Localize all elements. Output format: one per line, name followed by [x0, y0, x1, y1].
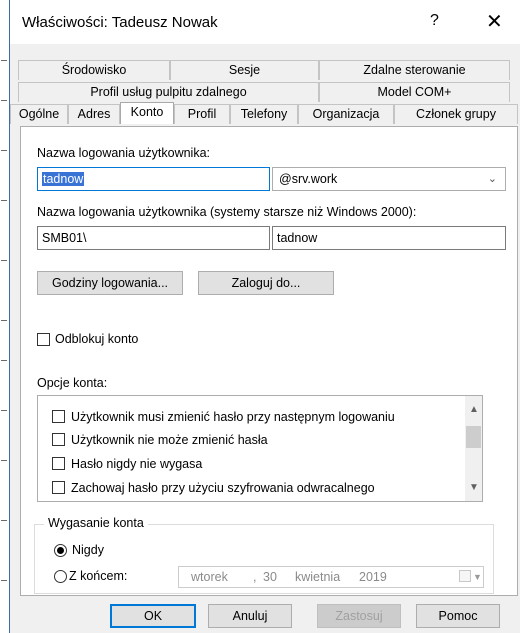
legacy-logon-label: Nazwa logowania użytkownika (systemy sta… — [37, 205, 417, 219]
dropdown-arrow-icon[interactable]: ▼ — [473, 567, 482, 587]
radio-selected-dot — [57, 547, 64, 554]
tab-row-3: Ogólne Adres Konto Profil Telefony Organ… — [10, 102, 518, 124]
legacy-domain-field: SMB01\ — [37, 226, 270, 250]
dialog-footer: OK Anuluj Zastosuj Pomoc — [10, 596, 520, 633]
properties-dialog: Właściwości: Tadeusz Nowak ? ✕ Środowisk… — [10, 0, 520, 633]
end-of-radio[interactable] — [54, 570, 67, 583]
tab-address[interactable]: Adres — [68, 104, 120, 124]
upn-suffix-value: @srv.work — [279, 172, 338, 186]
unlock-account-checkbox[interactable] — [37, 333, 50, 346]
account-options-label: Opcje konta: — [37, 376, 108, 390]
tab-member-of[interactable]: Członek grupy — [394, 104, 518, 124]
logon-name-input[interactable]: tadnow — [37, 167, 270, 191]
option-label: Hasło nigdy nie wygasa — [71, 457, 203, 471]
tab-sessions[interactable]: Sesje — [170, 60, 319, 80]
option-checkbox[interactable] — [52, 410, 65, 423]
logon-name-value: tadnow — [42, 172, 85, 186]
close-icon[interactable]: ✕ — [486, 9, 503, 34]
scroll-up-icon[interactable]: ▲ — [469, 404, 479, 415]
account-options-list[interactable]: Użytkownik musi zmienić hasło przy nastę… — [37, 395, 483, 502]
tab-telephones[interactable]: Telefony — [230, 104, 298, 124]
tab-row-2: Profil usług pulpitu zdalnego Model COM+ — [18, 82, 510, 102]
logon-name-label: Nazwa logowania użytkownika: — [37, 146, 211, 160]
option-checkbox[interactable] — [52, 481, 65, 494]
unlock-account-label: Odblokuj konto — [55, 332, 139, 346]
scroll-down-icon[interactable]: ▼ — [469, 482, 479, 493]
end-of-label: Z końcem: — [69, 569, 128, 583]
account-expiry-label: Wygasanie konta — [44, 516, 148, 530]
date-year: 2019 — [359, 570, 387, 584]
never-radio[interactable] — [54, 544, 67, 557]
tab-profile[interactable]: Profil — [174, 104, 230, 124]
option-checkbox[interactable] — [52, 433, 65, 446]
never-label: Nigdy — [72, 543, 104, 557]
date-month: kwietnia — [295, 570, 341, 584]
date-weekday: wtorek — [191, 570, 228, 584]
option-label: Użytkownik musi zmienić hasło przy nastę… — [71, 410, 395, 424]
tab-general[interactable]: Ogólne — [10, 104, 68, 124]
legacy-logon-input[interactable]: tadnow — [272, 226, 506, 250]
title-bar: Właściwości: Tadeusz Nowak ? ✕ — [10, 0, 520, 44]
date-day: 30 — [263, 570, 277, 584]
legacy-domain-value: SMB01\ — [42, 231, 87, 245]
cancel-button[interactable]: Anuluj — [208, 604, 292, 628]
tab-remote-control[interactable]: Zdalne sterowanie — [319, 60, 510, 80]
apply-button[interactable]: Zastosuj — [317, 604, 401, 628]
tab-row-1: Środowisko Sesje Zdalne sterowanie — [18, 60, 510, 80]
scroll-thumb[interactable] — [466, 426, 481, 448]
tab-account[interactable]: Konto — [120, 102, 174, 124]
upn-suffix-dropdown[interactable]: @srv.work ⌄ — [272, 167, 506, 191]
ok-button[interactable]: OK — [110, 604, 196, 628]
tab-rds-profile[interactable]: Profil usług pulpitu zdalnego — [18, 82, 319, 102]
tab-com-plus[interactable]: Model COM+ — [319, 82, 510, 102]
calendar-icon[interactable] — [459, 570, 471, 582]
option-checkbox[interactable] — [52, 457, 65, 470]
tab-environment[interactable]: Środowisko — [18, 60, 170, 80]
expiry-date-picker[interactable]: wtorek , 30 kwietnia 2019 ▼ — [178, 566, 484, 588]
background-window-edge — [0, 0, 10, 633]
log-on-to-button[interactable]: Zaloguj do... — [198, 271, 334, 295]
option-label: Zachowaj hasło przy użyciu szyfrowania o… — [71, 481, 375, 495]
date-separator: , — [253, 570, 257, 584]
option-label: Użytkownik nie może zmienić hasła — [71, 433, 268, 447]
legacy-logon-value: tadnow — [277, 231, 318, 245]
tab-organization[interactable]: Organizacja — [298, 104, 394, 124]
logon-hours-button[interactable]: Godziny logowania... — [37, 271, 183, 295]
help-icon[interactable]: ? — [430, 12, 439, 30]
chevron-down-icon: ⌄ — [487, 173, 497, 185]
dialog-title: Właściwości: Tadeusz Nowak — [22, 14, 218, 31]
options-scrollbar[interactable]: ▲ ▼ — [465, 396, 482, 501]
help-button[interactable]: Pomoc — [416, 604, 500, 628]
